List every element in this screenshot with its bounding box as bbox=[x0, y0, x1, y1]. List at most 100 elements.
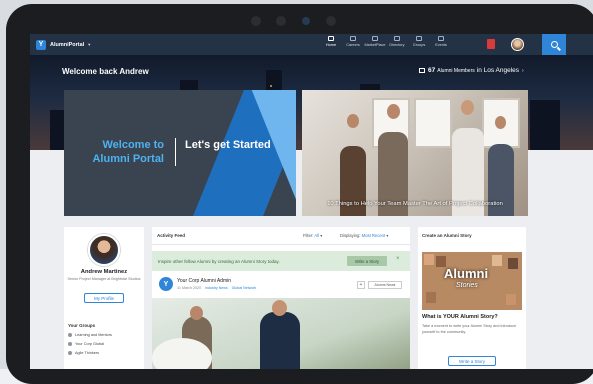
camera-icon bbox=[302, 17, 310, 25]
nav-item-careers[interactable]: Careers bbox=[342, 36, 364, 47]
nav-item-directory[interactable]: Directory bbox=[386, 36, 408, 47]
directory-icon bbox=[394, 36, 400, 41]
nav-label: Home bbox=[325, 43, 337, 47]
banner-divider bbox=[175, 138, 176, 166]
group-item[interactable]: Agile Thinkers bbox=[68, 351, 99, 355]
group-icon bbox=[68, 333, 72, 337]
close-icon[interactable]: × bbox=[396, 256, 400, 262]
group-label: Agile Thinkers bbox=[75, 351, 99, 355]
group-label: Your Corp Global bbox=[75, 342, 104, 346]
photo-tile bbox=[426, 292, 436, 303]
nav-item-marketplace[interactable]: MarketPlace bbox=[364, 36, 386, 47]
skyline-building bbox=[530, 100, 560, 150]
inspire-banner: Inspire other fellow Alumni by creating … bbox=[152, 251, 410, 271]
person-head bbox=[461, 100, 474, 115]
post-image bbox=[152, 298, 410, 369]
chevron-down-icon: ▾ bbox=[386, 233, 389, 238]
chevron-down-icon: ▾ bbox=[320, 233, 323, 238]
write-story-button[interactable]: Write a Story bbox=[347, 256, 387, 266]
nav-label: Events bbox=[435, 43, 447, 47]
group-icon bbox=[68, 351, 72, 355]
sensor-icon bbox=[276, 16, 286, 26]
nav-label: Directory bbox=[389, 43, 405, 47]
members-location: in Los Angeles bbox=[476, 67, 520, 74]
app-screen: Y AlumniPortal ▼ Home Careers MarketPlac… bbox=[30, 34, 593, 369]
person-head bbox=[495, 116, 506, 129]
inspire-text: Inspire other fellow Alumni by creating … bbox=[158, 259, 280, 264]
group-item[interactable]: Your Corp Global bbox=[68, 342, 104, 346]
person-figure bbox=[260, 312, 300, 369]
photo-tile bbox=[424, 254, 434, 265]
my-profile-button[interactable]: My Profile bbox=[84, 293, 124, 303]
feed-header: Activity Feed Filter: All ▾ Displaying: … bbox=[152, 227, 410, 245]
alumni-story-panel: Create an Alumni Story Alumni Stories Wh… bbox=[418, 227, 526, 369]
groups-icon bbox=[416, 36, 422, 41]
group-item[interactable]: Learning and Mentors bbox=[68, 333, 112, 337]
notifications-flag-icon[interactable] bbox=[487, 39, 495, 49]
chevron-right-icon: › bbox=[522, 67, 524, 74]
display-value: Most Recent bbox=[361, 233, 386, 238]
article-photo-card[interactable]: 10 Things to Help Your Team Master The A… bbox=[302, 90, 528, 216]
filter-value: All bbox=[314, 233, 320, 238]
post-author-logo[interactable]: Y bbox=[159, 277, 173, 291]
app-logo-icon[interactable]: Y bbox=[36, 39, 46, 50]
story-image[interactable]: Alumni Stories bbox=[422, 252, 522, 310]
main-nav: Home Careers MarketPlace Directory Group… bbox=[320, 36, 452, 47]
post-author[interactable]: Your Corp Alumni Admin bbox=[177, 278, 231, 284]
story-image-title: Alumni bbox=[444, 266, 489, 281]
top-navbar: Y AlumniPortal ▼ bbox=[30, 34, 593, 55]
profile-avatar[interactable] bbox=[88, 234, 120, 266]
group-icon bbox=[68, 342, 72, 346]
nav-item-home[interactable]: Home bbox=[320, 36, 342, 47]
display-dropdown[interactable]: Displaying: Most Recent ▾ bbox=[340, 233, 388, 238]
story-question: What is YOUR Alumni Story? bbox=[422, 314, 498, 320]
post-date: 31 March 2020 bbox=[177, 286, 201, 290]
person-head bbox=[347, 114, 359, 128]
photo-tile bbox=[492, 255, 502, 266]
person-head bbox=[272, 300, 287, 316]
display-label: Displaying: bbox=[340, 233, 361, 238]
members-count: 67 bbox=[428, 67, 436, 74]
calendar-icon bbox=[438, 36, 444, 41]
app-name[interactable]: AlumniPortal bbox=[50, 42, 84, 48]
welcome-banner-subtitle: Let's get Started bbox=[185, 139, 271, 151]
filter-dropdown[interactable]: Filter: All ▾ bbox=[303, 233, 322, 238]
post-tag[interactable]: Industry News bbox=[205, 286, 228, 290]
profile-name: Andrew Martinez bbox=[80, 269, 128, 275]
post-category-button[interactable]: Alumni News bbox=[368, 281, 402, 289]
activity-feed: Activity Feed Filter: All ▾ Displaying: … bbox=[152, 227, 410, 369]
home-icon bbox=[328, 36, 334, 41]
photo-tile bbox=[508, 258, 518, 269]
person-head bbox=[387, 104, 400, 119]
post-tag[interactable]: Global Network bbox=[232, 286, 257, 290]
welcome-heading: Welcome back Andrew bbox=[62, 67, 149, 76]
chevron-down-icon[interactable]: ▼ bbox=[87, 42, 91, 47]
briefcase-icon bbox=[350, 36, 356, 41]
nav-item-groups[interactable]: Groups bbox=[408, 36, 430, 47]
article-caption: 10 Things to Help Your Team Master The A… bbox=[327, 201, 503, 207]
sensor-icon bbox=[326, 16, 336, 26]
profile-role: Senior Project Manager at Brightstar Stu… bbox=[67, 277, 141, 281]
members-link[interactable]: 67 Alumni Members in Los Angeles › bbox=[419, 67, 524, 74]
device-frame: Y AlumniPortal ▼ Home Careers MarketPlac… bbox=[0, 0, 593, 384]
search-button[interactable] bbox=[542, 34, 566, 55]
sensor-icon bbox=[251, 16, 261, 26]
filter-label: Filter: bbox=[303, 233, 314, 238]
write-story-button[interactable]: Write a Story bbox=[448, 356, 496, 366]
skyline-light bbox=[270, 85, 272, 87]
search-icon bbox=[550, 41, 558, 48]
nav-item-events[interactable]: Events bbox=[430, 36, 452, 47]
story-description: Take a moment to write your Alumni Story… bbox=[422, 324, 517, 334]
profile-panel: Andrew Martinez Senior Project Manager a… bbox=[64, 227, 144, 369]
bookmark-icon[interactable]: + bbox=[357, 281, 365, 289]
members-icon bbox=[419, 68, 425, 73]
group-label: Learning and Mentors bbox=[75, 333, 112, 337]
person-head bbox=[190, 306, 203, 320]
feed-title: Activity Feed bbox=[157, 233, 186, 238]
nav-label: MarketPlace bbox=[364, 43, 386, 47]
welcome-banner-card[interactable]: Welcome to Alumni Portal Let's get Start… bbox=[64, 90, 296, 216]
story-image-subtitle: Stories bbox=[456, 282, 478, 289]
user-avatar[interactable] bbox=[511, 38, 524, 51]
shop-icon bbox=[372, 36, 378, 41]
photo-tile bbox=[506, 294, 516, 305]
